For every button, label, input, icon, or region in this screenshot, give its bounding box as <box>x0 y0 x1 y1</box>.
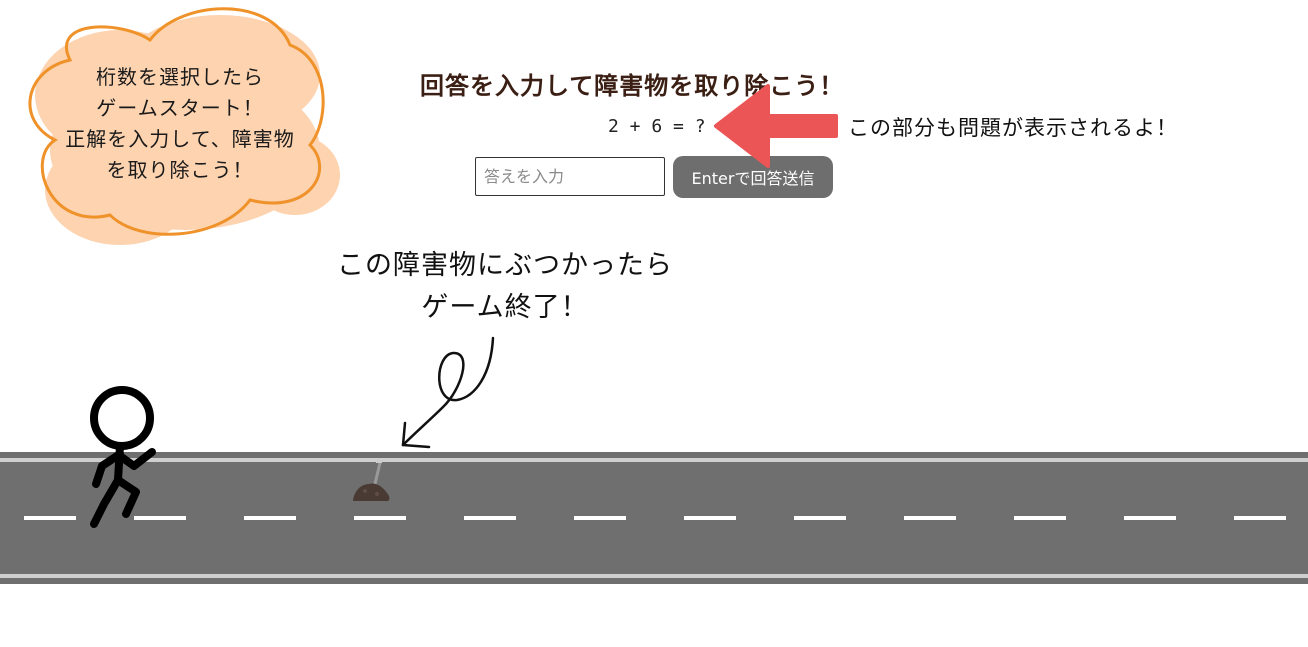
question-annotation: この部分も問題が表示されるよ！ <box>848 116 1178 140</box>
obstacle-annotation-line: この障害物にぶつかったら <box>337 250 673 281</box>
squiggle-arrow-icon <box>401 336 495 449</box>
obstacle-annotation: この障害物にぶつかったら ゲーム終了！ <box>300 245 710 329</box>
stick-figure-runner-icon <box>90 386 156 528</box>
hint-line: 桁数を選択したら <box>96 65 264 89</box>
hint-line: ゲームスタート！ <box>96 96 264 120</box>
answer-input[interactable] <box>475 157 665 196</box>
hint-cloud: 桁数を選択したら ゲームスタート！ 正解を入力して、障害物 を取り除こう！ <box>10 0 350 250</box>
road <box>0 452 1308 584</box>
hint-line: 正解を入力して、障害物 <box>65 127 295 151</box>
question-display: 2 + 6 = ? <box>608 116 706 137</box>
obstacle-annotation-line: ゲーム終了！ <box>421 292 589 323</box>
dirt-pile-with-shovel-icon <box>353 460 390 501</box>
hint-cloud-text: 桁数を選択したら ゲームスタート！ 正解を入力して、障害物 を取り除こう！ <box>40 62 320 186</box>
game-screen: 桁数を選択したら ゲームスタート！ 正解を入力して、障害物 を取り除こう！ 回答… <box>0 0 1308 647</box>
hint-line: を取り除こう！ <box>106 158 254 182</box>
red-arrow-left-icon <box>714 84 838 168</box>
